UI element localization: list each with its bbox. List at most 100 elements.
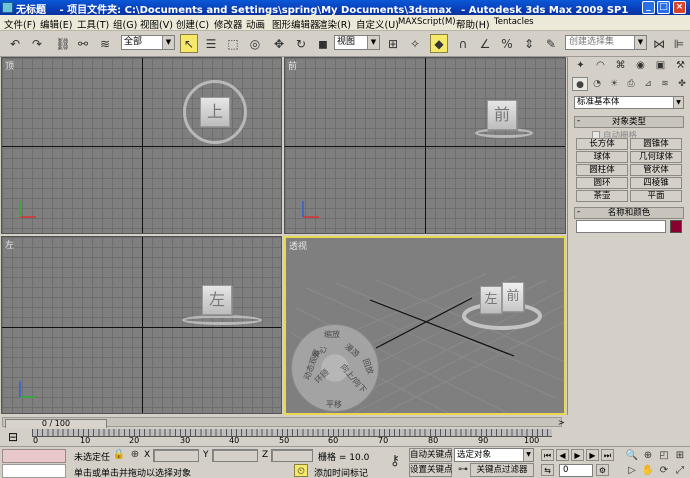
previous-frame-icon[interactable]: ◀ (556, 449, 569, 461)
edit-named-selection-icon[interactable]: ✎ (542, 34, 560, 53)
spinner-snap-icon[interactable]: ⇕ (520, 34, 538, 53)
shapes-icon[interactable]: ◔ (589, 77, 605, 91)
pan-view-icon[interactable]: ✋ (641, 464, 655, 477)
tube-button[interactable]: 管状体 (630, 164, 682, 176)
torus-button[interactable]: 圆环 (576, 177, 628, 189)
set-key-icon[interactable]: ⚷ (388, 454, 402, 468)
cone-button[interactable]: 圆锥体 (630, 138, 682, 150)
viewcube-front-face[interactable]: 前 (502, 282, 524, 312)
time-slider-next[interactable]: > (558, 418, 565, 427)
arc-rotate-icon[interactable]: ⟳ (657, 464, 671, 477)
wheel-rewind[interactable]: 回放 (360, 357, 376, 376)
maxscript-listener-input[interactable] (2, 449, 66, 463)
mini-curve-editor-icon[interactable]: ⊟ (8, 430, 24, 444)
maximize-button[interactable]: □ (657, 1, 670, 14)
menu-views[interactable]: 视图(V) (140, 17, 173, 31)
viewport-label[interactable]: 顶 (5, 59, 14, 72)
track-bar[interactable]: ⊟ 0 10 20 30 40 50 60 70 80 90 100 (0, 428, 690, 446)
modify-tab-icon[interactable]: ◠ (592, 58, 609, 73)
set-key-button[interactable]: 设置关键点 (409, 463, 453, 477)
systems-icon[interactable]: ✤ (674, 77, 690, 91)
viewport-front[interactable]: 前 前 (284, 57, 566, 234)
key-filter-icon[interactable]: ⊶ (456, 463, 470, 476)
percent-snap-icon[interactable]: % (498, 34, 516, 53)
menu-tools[interactable]: 工具(T) (77, 17, 109, 31)
menu-edit[interactable]: 编辑(E) (40, 17, 72, 31)
helpers-icon[interactable]: ⊿ (640, 77, 656, 91)
lock-selection-icon[interactable]: 🔒 (112, 448, 126, 461)
time-configuration-icon[interactable]: ⚙ (596, 464, 609, 476)
menu-tentacles[interactable]: Tentacles (494, 17, 534, 27)
wheel-zoom[interactable]: 缩放 (324, 329, 340, 340)
manipulate-icon[interactable]: ✧ (406, 34, 424, 53)
frame-ruler[interactable] (32, 429, 552, 437)
menu-create[interactable]: 创建(C) (176, 17, 209, 31)
undo-icon[interactable]: ↶ (6, 34, 24, 53)
lights-icon[interactable]: ☀ (606, 77, 622, 91)
object-type-rollout[interactable]: - 对象类型 (574, 116, 684, 128)
utilities-tab-icon[interactable]: ⚒ (672, 58, 689, 73)
link-icon[interactable]: ⛓ (54, 34, 72, 53)
select-object-icon[interactable]: ↖ (180, 34, 198, 53)
y-coordinate-field[interactable] (212, 449, 258, 462)
wheel-walk[interactable]: 漫游 (342, 341, 361, 360)
wheel-pan[interactable]: 平移 (326, 399, 342, 410)
select-scale-icon[interactable]: ◼ (314, 34, 332, 53)
viewport-top[interactable]: 顶 上 (1, 57, 282, 234)
space-warps-icon[interactable]: ≋ (657, 77, 673, 91)
object-name-field[interactable] (576, 220, 666, 233)
time-slider[interactable]: 0 / 100 > (0, 416, 567, 429)
angle-snap-icon[interactable]: ∠ (476, 34, 494, 53)
current-frame-field[interactable]: 0 (559, 464, 593, 477)
time-tag-icon[interactable]: ⏲ (294, 464, 308, 477)
rectangular-selection-icon[interactable]: ⬚ (224, 34, 242, 53)
close-button[interactable]: × (673, 1, 686, 14)
geosphere-button[interactable]: 几何球体 (630, 151, 682, 163)
go-to-start-icon[interactable]: ⏮ (541, 449, 554, 461)
bind-space-warp-icon[interactable]: ≋ (96, 34, 114, 53)
hierarchy-tab-icon[interactable]: ⌘ (612, 58, 629, 73)
viewcube-ring[interactable] (182, 315, 262, 325)
menu-rendering[interactable]: 渲染(R) (318, 17, 351, 31)
menu-animation[interactable]: 动画 (246, 17, 265, 31)
redo-icon[interactable]: ↷ (28, 34, 46, 53)
geometry-icon[interactable]: ● (572, 77, 588, 91)
go-to-end-icon[interactable]: ⏭ (601, 449, 614, 461)
maximize-viewport-icon[interactable]: ⤢ (673, 464, 687, 477)
motion-tab-icon[interactable]: ◉ (632, 58, 649, 73)
select-by-name-icon[interactable]: ☰ (202, 34, 220, 53)
named-selection-dropdown[interactable]: 创建选择集 ▼ (565, 35, 647, 50)
menu-help[interactable]: 帮助(H) (456, 17, 490, 31)
minimize-button[interactable]: _ (642, 1, 655, 14)
menu-modifiers[interactable]: 修改器 (214, 17, 243, 31)
name-color-rollout[interactable]: - 名称和颜色 (574, 207, 684, 219)
menu-file[interactable]: 文件(F) (4, 17, 36, 31)
cylinder-button[interactable]: 圆柱体 (576, 164, 628, 176)
object-color-swatch[interactable] (670, 220, 682, 233)
create-tab-icon[interactable]: ✦ (572, 58, 589, 73)
keyboard-shortcut-override-icon[interactable]: ◆ (430, 34, 448, 53)
viewcube[interactable]: 前 (487, 100, 517, 130)
menu-maxscript[interactable]: MAXScript(M) (398, 17, 456, 27)
teapot-button[interactable]: 茶壶 (576, 190, 628, 202)
maxscript-output[interactable] (2, 464, 66, 478)
mirror-icon[interactable]: ⋈ (650, 34, 668, 53)
display-tab-icon[interactable]: ▣ (652, 58, 669, 73)
auto-key-button[interactable]: 自动关键点 (409, 448, 453, 462)
menu-group[interactable]: 组(G) (113, 17, 137, 31)
select-rotate-icon[interactable]: ↻ (292, 34, 310, 53)
play-icon[interactable]: ▶ (571, 449, 584, 461)
pyramid-button[interactable]: 四棱锥 (630, 177, 682, 189)
selection-filter-dropdown[interactable]: 全部 ▼ (121, 35, 175, 50)
x-coordinate-field[interactable] (153, 449, 199, 462)
viewcube[interactable]: 上 (200, 97, 230, 127)
selected-mode-dropdown[interactable]: 选定对象 ▼ (454, 448, 534, 462)
key-mode-icon[interactable]: ⇆ (541, 464, 554, 476)
app-icon[interactable] (2, 2, 13, 13)
add-time-tag-link[interactable]: 添加时间标记 (314, 466, 368, 478)
pivot-center-icon[interactable]: ⊞ (384, 34, 402, 53)
next-frame-icon[interactable]: ▶ (586, 449, 599, 461)
category-dropdown[interactable]: 标准基本体 ▼ (574, 96, 684, 109)
z-coordinate-field[interactable] (271, 449, 313, 462)
select-move-icon[interactable]: ✥ (270, 34, 288, 53)
